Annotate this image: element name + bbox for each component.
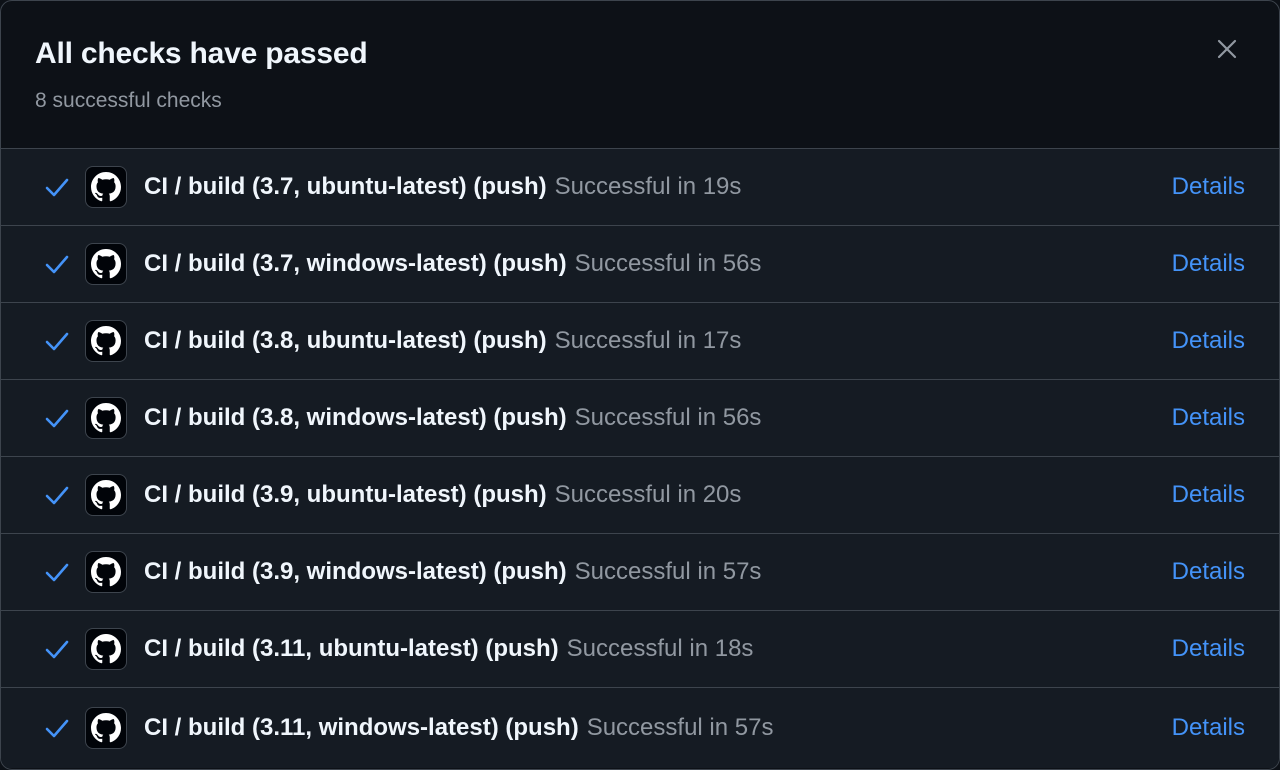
check-text: CI / build (3.9, windows-latest) (push) S… bbox=[144, 557, 761, 587]
check-icon bbox=[45, 563, 69, 582]
github-icon bbox=[85, 397, 127, 439]
dialog-header: All checks have passed 8 successful chec… bbox=[1, 1, 1279, 149]
github-icon bbox=[85, 320, 127, 362]
check-row: CI / build (3.7, windows-latest) (push) S… bbox=[1, 226, 1279, 303]
github-icon bbox=[85, 474, 127, 516]
check-icon bbox=[45, 486, 69, 505]
checks-list: CI / build (3.7, ubuntu-latest) (push) Su… bbox=[1, 149, 1279, 768]
details-link[interactable]: Details bbox=[1172, 713, 1245, 743]
check-text: CI / build (3.8, ubuntu-latest) (push) Su… bbox=[144, 326, 741, 356]
check-name: CI / build (3.11, ubuntu-latest) (push) bbox=[144, 635, 559, 662]
check-name: CI / build (3.8, windows-latest) (push) bbox=[144, 404, 567, 431]
check-status: Successful in 17s bbox=[554, 327, 742, 354]
dialog-title: All checks have passed bbox=[35, 37, 368, 70]
check-status: Successful in 56s bbox=[574, 250, 762, 277]
close-button[interactable] bbox=[1215, 37, 1239, 61]
check-icon bbox=[45, 255, 69, 274]
check-name: CI / build (3.7, windows-latest) (push) bbox=[144, 250, 567, 277]
check-row: CI / build (3.7, ubuntu-latest) (push) Su… bbox=[1, 149, 1279, 226]
check-row: CI / build (3.8, windows-latest) (push) S… bbox=[1, 380, 1279, 457]
github-icon bbox=[85, 166, 127, 208]
details-link[interactable]: Details bbox=[1172, 634, 1245, 664]
checks-dialog: All checks have passed 8 successful chec… bbox=[0, 0, 1280, 770]
github-icon bbox=[85, 628, 127, 670]
check-name: CI / build (3.8, ubuntu-latest) (push) bbox=[144, 327, 547, 354]
check-row: CI / build (3.11, ubuntu-latest) (push) S… bbox=[1, 611, 1279, 688]
dialog-subtitle: 8 successful checks bbox=[35, 89, 222, 112]
check-name: CI / build (3.9, ubuntu-latest) (push) bbox=[144, 481, 547, 508]
check-icon bbox=[45, 409, 69, 428]
check-row: CI / build (3.9, windows-latest) (push) S… bbox=[1, 534, 1279, 611]
check-row: CI / build (3.11, windows-latest) (push)… bbox=[1, 688, 1279, 768]
github-icon bbox=[85, 243, 127, 285]
check-icon bbox=[45, 640, 69, 659]
details-link[interactable]: Details bbox=[1172, 480, 1245, 510]
details-link[interactable]: Details bbox=[1172, 326, 1245, 356]
check-text: CI / build (3.11, ubuntu-latest) (push) S… bbox=[144, 634, 753, 664]
check-text: CI / build (3.9, ubuntu-latest) (push) Su… bbox=[144, 480, 741, 510]
details-link[interactable]: Details bbox=[1172, 172, 1245, 202]
check-row: CI / build (3.8, ubuntu-latest) (push) Su… bbox=[1, 303, 1279, 380]
check-name: CI / build (3.11, windows-latest) (push) bbox=[144, 714, 579, 741]
check-text: CI / build (3.11, windows-latest) (push)… bbox=[144, 713, 773, 743]
check-icon bbox=[45, 178, 69, 197]
check-text: CI / build (3.7, windows-latest) (push) S… bbox=[144, 249, 761, 279]
check-name: CI / build (3.7, ubuntu-latest) (push) bbox=[144, 173, 547, 200]
github-icon bbox=[85, 551, 127, 593]
github-icon bbox=[85, 707, 127, 749]
x-icon bbox=[1217, 39, 1237, 59]
check-status: Successful in 56s bbox=[574, 404, 762, 431]
details-link[interactable]: Details bbox=[1172, 403, 1245, 433]
check-status: Successful in 20s bbox=[554, 481, 742, 508]
check-status: Successful in 18s bbox=[566, 635, 754, 662]
details-link[interactable]: Details bbox=[1172, 557, 1245, 587]
check-status: Successful in 57s bbox=[586, 714, 774, 741]
check-text: CI / build (3.8, windows-latest) (push) S… bbox=[144, 403, 761, 433]
check-name: CI / build (3.9, windows-latest) (push) bbox=[144, 558, 567, 585]
check-icon bbox=[45, 719, 69, 738]
check-status: Successful in 19s bbox=[554, 173, 742, 200]
check-icon bbox=[45, 332, 69, 351]
check-status: Successful in 57s bbox=[574, 558, 762, 585]
check-row: CI / build (3.9, ubuntu-latest) (push) Su… bbox=[1, 457, 1279, 534]
check-text: CI / build (3.7, ubuntu-latest) (push) Su… bbox=[144, 172, 741, 202]
details-link[interactable]: Details bbox=[1172, 249, 1245, 279]
